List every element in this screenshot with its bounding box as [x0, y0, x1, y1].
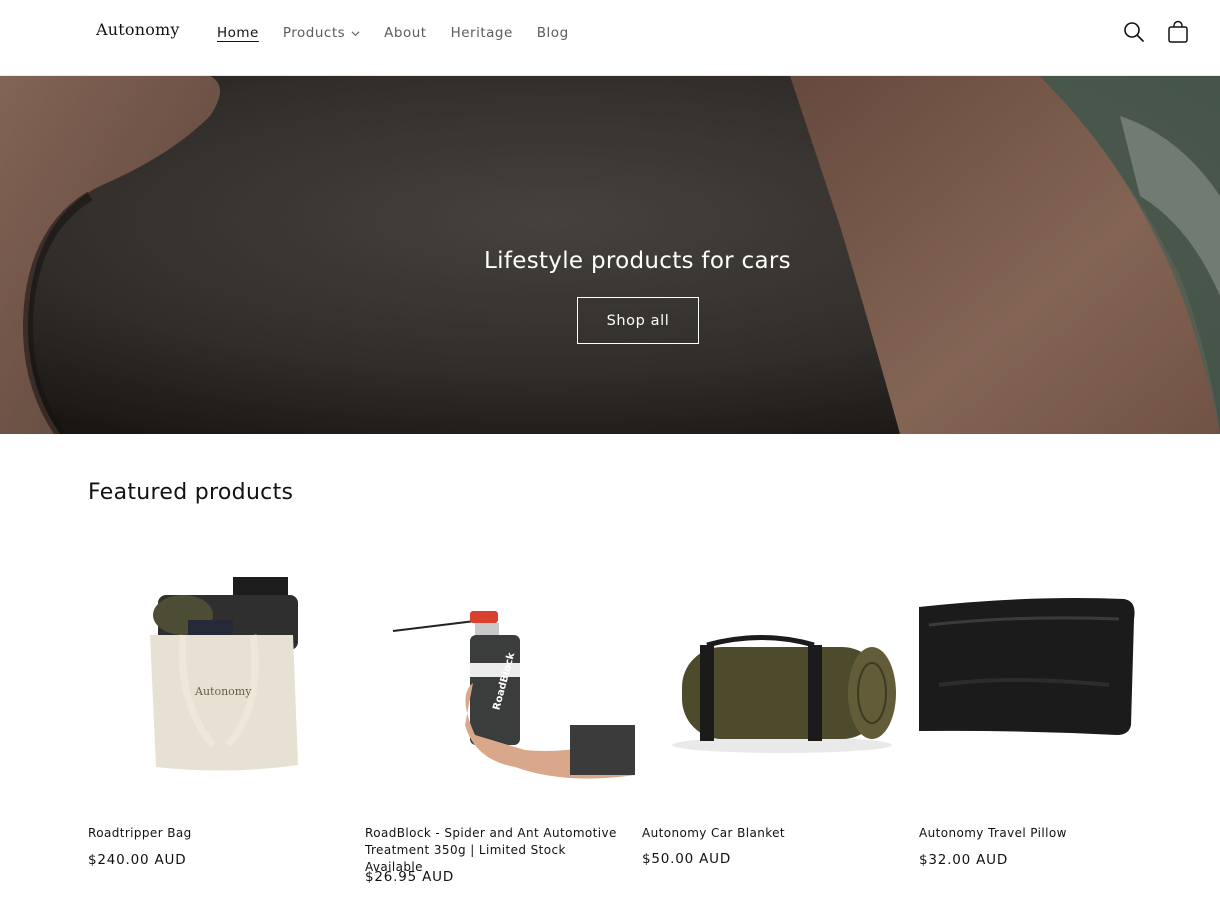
- product-title[interactable]: Autonomy Car Blanket: [642, 825, 902, 842]
- product-price: $26.95 AUD: [365, 869, 455, 885]
- product-title[interactable]: Autonomy Travel Pillow: [919, 825, 1179, 842]
- product-card-travel-pillow[interactable]: Autonomy Travel Pillow $32.00 AUD: [919, 535, 1189, 895]
- nav-about[interactable]: About: [384, 25, 426, 41]
- nav-about-label: About: [384, 25, 427, 41]
- tote-bag-image: Autonomy: [150, 577, 298, 771]
- nav-home-label: Home: [217, 25, 259, 41]
- hero-banner: Lifestyle products for cars Shop all: [0, 76, 1220, 434]
- logo[interactable]: Autonomy: [96, 20, 180, 39]
- product-price: $240.00 AUD: [88, 852, 187, 868]
- spray-can-image: RoadBlock: [392, 611, 635, 779]
- nav-heritage[interactable]: Heritage: [451, 25, 513, 41]
- nav-blog-label: Blog: [536, 25, 569, 41]
- search-button[interactable]: [1122, 20, 1146, 44]
- product-price: $50.00 AUD: [642, 851, 732, 867]
- nav-products[interactable]: Products: [283, 25, 360, 41]
- cart-icon: [1168, 20, 1188, 43]
- svg-text:Autonomy: Autonomy: [194, 685, 252, 698]
- hero-title: Lifestyle products for cars: [484, 248, 791, 274]
- chevron-down-icon: [351, 30, 360, 36]
- product-price: $32.00 AUD: [919, 852, 1009, 868]
- product-title[interactable]: Roadtripper Bag: [88, 825, 348, 842]
- nav-blog[interactable]: Blog: [537, 25, 569, 41]
- product-image[interactable]: RoadBlock: [365, 535, 635, 807]
- product-card-car-blanket[interactable]: Autonomy Car Blanket $50.00 AUD: [642, 535, 912, 895]
- product-card-roadblock[interactable]: RoadBlock RoadBlock - Spider and Ant Aut…: [365, 535, 635, 895]
- product-card-roadtripper-bag[interactable]: Autonomy Roadtripper Bag $240.00 AUD: [88, 535, 358, 895]
- site-header: Autonomy Home Products About Heritage Bl…: [0, 0, 1220, 76]
- rolled-blanket-image: [672, 635, 896, 753]
- nav-products-label: Products: [282, 25, 346, 41]
- nav-heritage-label: Heritage: [450, 25, 513, 41]
- featured-title: Featured products: [88, 480, 294, 505]
- search-icon: [1124, 22, 1144, 42]
- cart-button[interactable]: [1166, 20, 1190, 44]
- main-nav: Home Products About Heritage Blog: [217, 23, 593, 43]
- product-image[interactable]: Autonomy: [88, 535, 358, 807]
- leather-pillow-image: [919, 598, 1135, 735]
- product-image[interactable]: [642, 535, 912, 807]
- nav-home[interactable]: Home: [217, 25, 259, 41]
- shop-all-button[interactable]: Shop all: [577, 297, 699, 344]
- product-image[interactable]: [919, 535, 1189, 807]
